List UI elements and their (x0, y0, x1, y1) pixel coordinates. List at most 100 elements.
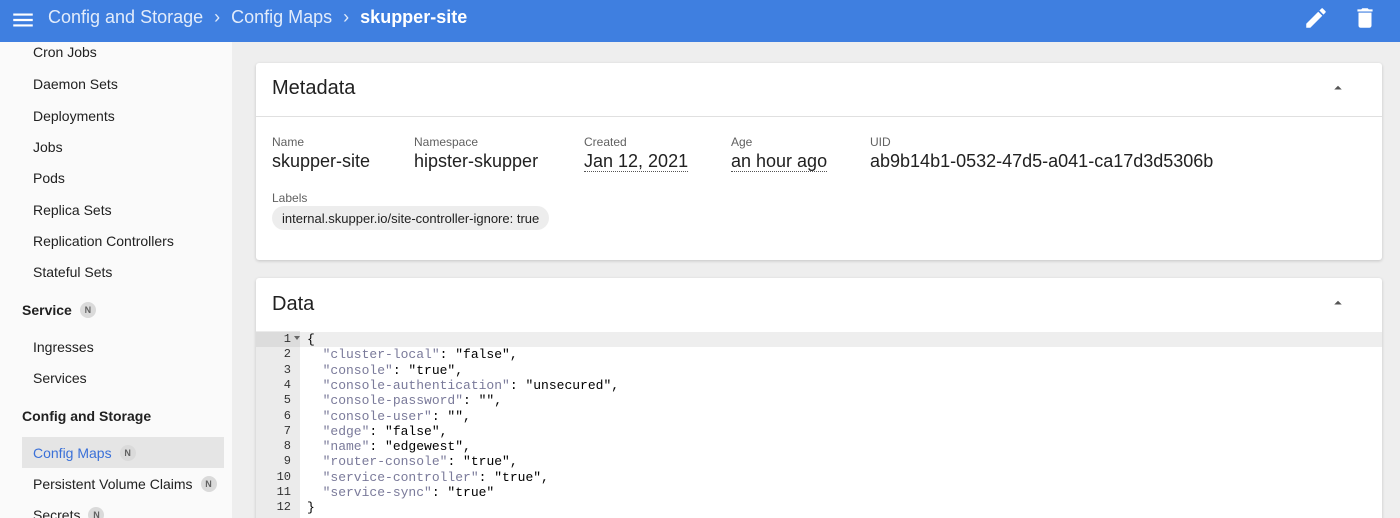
json-value: : "", (463, 393, 503, 409)
json-key: "service-sync" (307, 485, 432, 500)
code-line: 9 "router-console": "true", (256, 454, 1382, 469)
uid-value: ab9b14b1-0532-47d5-a041-ca17d3d5306b (870, 151, 1214, 171)
sidebar-item-replica-sets[interactable]: Replica Sets (22, 194, 224, 225)
main-content: Metadata Name skupper-site Namespace hip… (232, 42, 1400, 518)
sidebar-item-label: Replica Sets (33, 201, 112, 218)
namespaced-badge: N (79, 301, 96, 318)
labels-label: Labels (272, 191, 308, 205)
sidebar-item-label: Deployments (33, 107, 115, 124)
json-value: : "true" (431, 485, 495, 500)
sidebar-item-deployments[interactable]: Deployments (22, 100, 224, 131)
code-text: "router-console": "true", (307, 454, 518, 469)
code-text: "name": "edgewest", (307, 439, 471, 454)
code-text: { (307, 332, 315, 347)
name-value: skupper-site (272, 151, 371, 171)
namespaced-badge: N (88, 506, 105, 518)
line-number: 2 (283, 347, 291, 362)
json-key: "service-controller" (307, 469, 479, 485)
sidebar-item-label: Persistent Volume Claims (33, 475, 193, 492)
sidebar-item-services[interactable]: Services (22, 362, 224, 393)
sidebar-item-pods[interactable]: Pods (22, 162, 224, 193)
trash-icon[interactable] (1352, 5, 1378, 31)
json-value: : "true", (447, 454, 518, 470)
code-text: "console-user": "", (307, 409, 471, 424)
json-key: "console-password" (307, 393, 464, 409)
code-line: 5 "console-password": "", (256, 393, 1382, 408)
sidebar-item-persistent-volume-claims[interactable]: Persistent Volume Claims N (22, 468, 224, 499)
top-toolbar: Config and Storage › Config Maps › skupp… (0, 0, 1400, 42)
sidebar-item-label: Jobs (33, 138, 63, 155)
metadata-card: Metadata Name skupper-site Namespace hip… (256, 63, 1382, 260)
line-number: 9 (283, 454, 291, 469)
hamburger-menu-icon[interactable] (10, 7, 36, 33)
sidebar-item-config-maps[interactable]: Config Maps N (22, 437, 224, 468)
sidebar-item-replication-controllers[interactable]: Replication Controllers (22, 225, 224, 256)
code-text: } (307, 500, 315, 515)
age-value[interactable]: an hour ago (731, 151, 828, 172)
pencil-icon[interactable] (1303, 5, 1329, 31)
namespace-value: hipster-skupper (414, 151, 539, 171)
age-label: Age (731, 135, 753, 149)
sidebar-item-cron-jobs[interactable]: Cron Jobs (22, 42, 224, 67)
sidebar-item-label: Ingresses (33, 338, 94, 355)
collapse-icon[interactable] (1329, 79, 1347, 97)
code-text: "console-authentication": "unsecured", (307, 378, 619, 393)
line-number: 5 (283, 393, 291, 408)
sidebar-item-secrets[interactable]: Secrets N (22, 499, 224, 518)
breadcrumb-config-and-storage[interactable]: Config and Storage (48, 7, 203, 28)
sidebar-item-label: Secrets (33, 506, 81, 518)
code-line: 7 "edge": "false", (256, 424, 1382, 439)
json-value: { (307, 332, 315, 347)
json-value: : "true", (478, 469, 549, 485)
code-line: 10 "service-controller": "true", (256, 470, 1382, 485)
line-number: 6 (283, 408, 291, 423)
chevron-right-icon: › (214, 6, 221, 27)
json-value: } (307, 500, 315, 516)
breadcrumb-config-maps[interactable]: Config Maps (231, 7, 332, 28)
sidebar-header-config-and-storage[interactable]: Config and Storage (22, 400, 151, 431)
name-label: Name (272, 135, 305, 149)
label-chip: internal.skupper.io/site-controller-igno… (272, 206, 550, 230)
sidebar-item-ingresses[interactable]: Ingresses (22, 331, 224, 362)
json-value: : "false", (369, 423, 448, 439)
sidebar: Cron Jobs Daemon Sets Deployments Jobs P… (0, 42, 232, 518)
divider (256, 116, 1382, 117)
code-text: "service-controller": "true", (307, 470, 549, 485)
code-line: 8 "name": "edgewest", (256, 439, 1382, 454)
metadata-card-title: Metadata (272, 77, 356, 99)
code-line: 12} (256, 500, 1382, 515)
collapse-icon[interactable] (1329, 294, 1347, 312)
breadcrumb-current: skupper-site (360, 6, 468, 27)
json-key: "console-authentication" (307, 377, 510, 393)
json-value: : "unsecured", (509, 377, 620, 393)
code-line: 3 "console": "true", (256, 363, 1382, 378)
line-number: 12 (276, 500, 291, 515)
code-line: 1{ (256, 332, 1382, 348)
sidebar-item-jobs[interactable]: Jobs (22, 131, 224, 162)
code-line: 6 "console-user": "", (256, 409, 1382, 424)
code-editor[interactable]: 1{2 "cluster-local": "false", 3 "console"… (256, 331, 1382, 518)
line-number: 10 (276, 469, 291, 484)
code-line: 11 "service-sync": "true" (256, 485, 1382, 500)
created-value[interactable]: Jan 12, 2021 (584, 151, 689, 172)
json-key: "router-console" (307, 454, 448, 470)
sidebar-header-service[interactable]: Service N (22, 294, 96, 325)
data-card: Data 1{2 "cluster-local": "false", 3 "con… (256, 278, 1382, 518)
namespaced-badge: N (200, 475, 217, 492)
line-number: 11 (276, 485, 291, 499)
line-number: 7 (283, 423, 291, 438)
sidebar-item-label: Pods (33, 169, 65, 186)
namespaced-badge: N (119, 444, 136, 461)
line-number: 8 (283, 439, 291, 454)
namespace-label: Namespace (414, 135, 479, 149)
json-key: "console-user" (307, 408, 432, 424)
fold-arrow-icon[interactable] (294, 336, 300, 340)
line-number: 3 (283, 362, 291, 377)
sidebar-item-stateful-sets[interactable]: Stateful Sets (22, 256, 224, 287)
json-key: "edge" (307, 423, 370, 439)
code-text: "service-sync": "true" (307, 485, 495, 500)
sidebar-item-daemon-sets[interactable]: Daemon Sets (22, 68, 224, 99)
code-line: 4 "console-authentication": "unsecured", (256, 378, 1382, 393)
sidebar-header-label: Config and Storage (22, 407, 152, 424)
json-value: : "true", (392, 362, 464, 378)
